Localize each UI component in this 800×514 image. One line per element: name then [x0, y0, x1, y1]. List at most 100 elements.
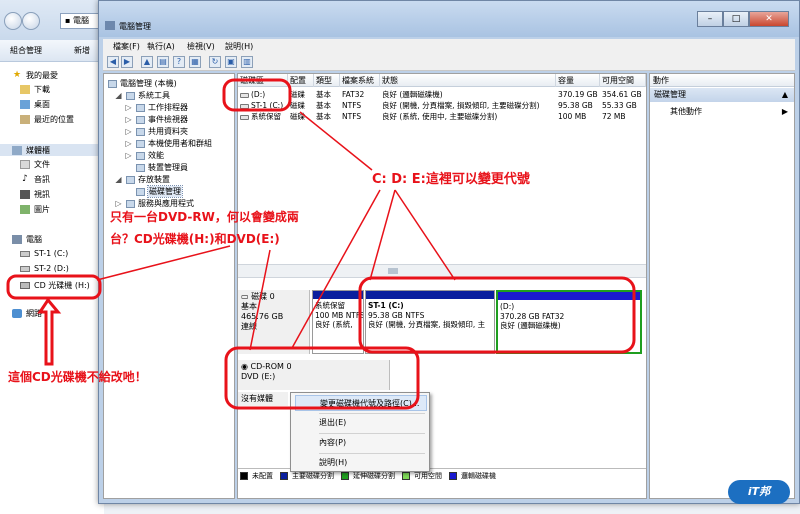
legend-swatch-free — [402, 471, 410, 480]
tree-disk-management[interactable]: 磁碟管理 — [136, 185, 183, 198]
col-status[interactable]: 狀態 — [380, 74, 556, 87]
nav-drive-c[interactable]: ST-1 (C:) — [20, 249, 68, 258]
partition-d[interactable]: (D:) 370.28 GB FAT32 良好 (邏輯磁碟機) — [496, 290, 642, 354]
nav-videos[interactable]: 視訊 — [20, 189, 50, 200]
expand-icon: ▷ — [125, 151, 132, 160]
show-tree-icon[interactable]: ▤ — [157, 56, 169, 68]
tree-task-scheduler[interactable]: ▷ 工作排程器 — [124, 102, 188, 113]
tree-storage[interactable]: ◢ 存放裝置 — [114, 174, 170, 185]
picture-icon — [20, 205, 30, 214]
services-icon — [126, 199, 135, 208]
disk0-label[interactable]: ▭ 磁碟 0 基本 465.76 GB 連線 — [238, 290, 310, 354]
new-button[interactable]: 新增 — [74, 45, 90, 56]
nav-network[interactable]: 網路 — [12, 308, 42, 319]
properties-icon[interactable]: ▦ — [189, 56, 201, 68]
view-icon[interactable]: ▥ — [241, 56, 253, 68]
nav-music[interactable]: ♪ 音訊 — [20, 174, 50, 185]
tree-local-users[interactable]: ▷ 本機使用者和群組 — [124, 138, 212, 149]
tree-device-manager[interactable]: 裝置管理員 — [136, 162, 188, 173]
tools-icon — [126, 91, 135, 100]
volume-row-system-reserved[interactable]: 系統保留 磁碟 基本 NTFS 良好 (系統, 使用中, 主要磁碟分割) 100… — [238, 111, 646, 122]
menu-separator — [319, 433, 425, 434]
collapse-icon: ◢ — [115, 175, 122, 184]
ithelp-logo: iT邦 — [728, 480, 790, 504]
computer-icon: ▪ — [65, 16, 73, 25]
col-capacity[interactable]: 容量 — [556, 74, 600, 87]
forward-arrow-icon[interactable] — [22, 12, 40, 30]
nav-pictures[interactable]: 圖片 — [20, 204, 50, 215]
menu-properties[interactable]: 內容(P) — [295, 435, 427, 451]
cdrom0-label[interactable]: ◉ CD-ROM 0 DVD (E:) — [238, 360, 390, 390]
actions-header: 動作 — [650, 74, 794, 87]
menu-help[interactable]: 說明(H) — [225, 41, 253, 52]
nav-recent[interactable]: 最近的位置 — [20, 114, 74, 125]
chevron-right-icon: ▶ — [781, 107, 788, 116]
tree-event-viewer[interactable]: ▷ 事件檢視器 — [124, 114, 188, 125]
actions-section-disk-management[interactable]: 磁碟管理 ▲ — [650, 88, 794, 102]
annotation-change-letters: C: D: E:這裡可以變更代號 — [372, 172, 530, 187]
download-folder-icon — [20, 85, 30, 94]
explorer-navigation-pane: ★ 我的最愛 下載 桌面 最近的位置 媒體櫃 文件 ♪ 音訊 視訊 圖片 電腦 ST… — [0, 62, 104, 514]
actions-more[interactable]: 其他動作 ▶ — [650, 106, 794, 118]
nav-drive-d[interactable]: ST-2 (D:) — [20, 264, 69, 273]
tree-root[interactable]: 電腦管理 (本機) — [108, 78, 177, 89]
nav-favorites[interactable]: ★ 我的最愛 — [12, 70, 58, 81]
expand-icon: ▷ — [125, 127, 132, 136]
refresh-icon[interactable]: ↻ — [209, 56, 221, 68]
menu-eject[interactable]: 退出(E) — [295, 415, 427, 431]
horizontal-scrollbar[interactable] — [238, 264, 646, 278]
disk-management-icon — [136, 187, 145, 196]
col-filesystem[interactable]: 檔案系統 — [340, 74, 380, 87]
disk-management-pane: 磁碟區 配置 類型 檔案系統 狀態 容量 可用空間 (D:) 磁碟 基本 FAT… — [237, 73, 647, 499]
up-folder-icon[interactable]: ▲ — [141, 56, 153, 68]
library-icon — [12, 145, 22, 155]
close-button[interactable]: ✕ — [749, 11, 789, 27]
partition-st1-c[interactable]: ST-1 (C:) 95.38 GB NTFS 良好 (開機, 分頁檔案, 損毀… — [365, 290, 495, 354]
menu-file[interactable]: 檔案(F) — [113, 41, 140, 52]
menu-change-drive-letter[interactable]: 變更磁碟機代號及路徑(C)... — [295, 395, 427, 411]
cdrom0-media: 沒有媒體 — [238, 392, 288, 406]
volume-icon — [240, 92, 249, 98]
menu-action[interactable]: 執行(A) — [147, 41, 175, 52]
menu-view[interactable]: 檢視(V) — [187, 41, 215, 52]
legend-swatch-extended — [341, 471, 349, 480]
event-viewer-icon — [136, 115, 145, 124]
nav-cd-drive-h[interactable]: CD 光碟機 (H:) — [20, 280, 90, 291]
tree-performance[interactable]: ▷ 效能 — [124, 150, 164, 161]
help-icon[interactable]: ? — [173, 56, 185, 68]
col-free-space[interactable]: 可用空間 — [600, 74, 646, 87]
forward-icon[interactable]: ▶ — [121, 56, 133, 68]
nav-downloads[interactable]: 下載 — [20, 84, 50, 95]
back-arrow-icon[interactable] — [4, 12, 22, 30]
computer-management-icon — [105, 21, 115, 30]
menu-separator — [319, 413, 425, 414]
volume-icon — [240, 103, 249, 109]
minimize-button[interactable]: – — [697, 11, 723, 27]
tree-shared-folders[interactable]: ▷ 共用資料夾 — [124, 126, 188, 137]
back-icon[interactable]: ◀ — [107, 56, 119, 68]
partition-system-reserved[interactable]: 系統保留 100 MB NTFS 良好 (系統, — [312, 290, 364, 354]
volume-row-d[interactable]: (D:) 磁碟 基本 FAT32 良好 (邏輯磁碟機) 370.19 GB 35… — [238, 89, 646, 100]
col-layout[interactable]: 配置 — [288, 74, 314, 87]
annotation-cannot-change: 這個CD光碟機不給改吔！ — [8, 370, 147, 384]
col-type[interactable]: 類型 — [314, 74, 340, 87]
col-volume[interactable]: 磁碟區 — [238, 74, 288, 87]
scrollbar-thumb[interactable] — [388, 268, 398, 274]
legend-swatch-unallocated — [240, 471, 248, 480]
nav-desktop[interactable]: 桌面 — [20, 99, 50, 110]
menu-help[interactable]: 說明(H) — [295, 455, 427, 471]
computer-management-icon — [108, 79, 117, 88]
documents-icon — [20, 160, 30, 169]
toolbar: ◀ ▶ ▲ ▤ ? ▦ ↻ ▣ ▥ — [103, 53, 795, 71]
cd-drive-icon — [20, 282, 30, 289]
tree-system-tools[interactable]: ◢ 系統工具 — [114, 90, 170, 101]
nav-computer[interactable]: 電腦 — [12, 234, 42, 245]
computer-icon — [12, 235, 22, 244]
users-icon — [136, 139, 145, 148]
organize-button[interactable]: 組合管理 — [10, 45, 42, 56]
volume-row-c[interactable]: ST-1 (C:) 磁碟 基本 NTFS 良好 (開機, 分頁檔案, 損毀傾印,… — [238, 100, 646, 111]
nav-libraries[interactable]: 媒體櫃 — [0, 144, 104, 156]
nav-documents[interactable]: 文件 — [20, 159, 50, 170]
maximize-button[interactable]: □ — [723, 11, 749, 27]
export-icon[interactable]: ▣ — [225, 56, 237, 68]
